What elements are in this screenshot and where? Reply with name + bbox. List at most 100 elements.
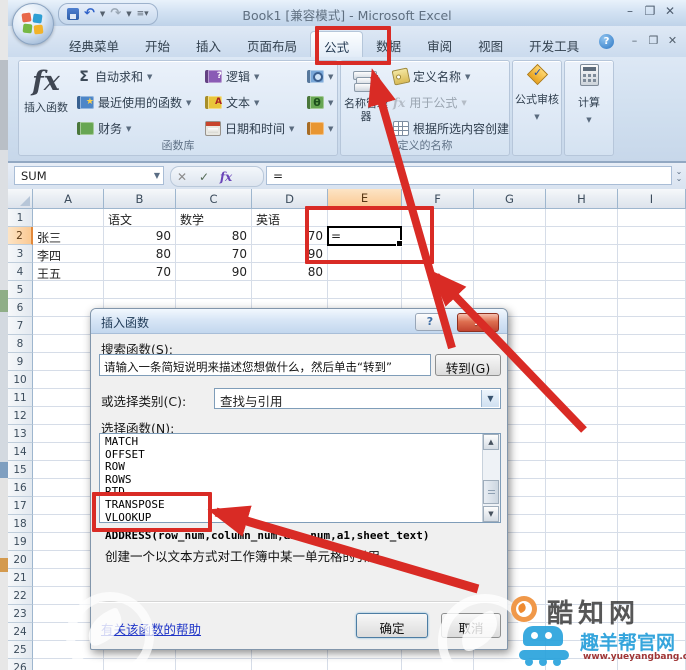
autosum-button[interactable]: Σ 自动求和 ▼ — [77, 67, 191, 86]
cell-H19[interactable] — [546, 533, 618, 551]
cell-H20[interactable] — [546, 551, 618, 569]
cell-I15[interactable] — [618, 461, 686, 479]
cell-B3[interactable]: 80 — [104, 245, 176, 263]
cell-I23[interactable] — [618, 605, 686, 623]
cell-H7[interactable] — [546, 317, 618, 335]
row-header-21[interactable]: 21 — [8, 569, 33, 587]
cell-H23[interactable] — [546, 605, 618, 623]
row-header-23[interactable]: 23 — [8, 605, 33, 623]
row-header-16[interactable]: 16 — [8, 479, 33, 497]
cell-B2[interactable]: 90 — [104, 227, 176, 245]
column-header-I[interactable]: I — [618, 189, 686, 209]
cell-G3[interactable] — [474, 245, 546, 263]
name-manager-button[interactable]: 名称管理器 — [343, 65, 389, 137]
cell-H22[interactable] — [546, 587, 618, 605]
create-from-selection-button[interactable]: 根据所选内容创建 — [393, 119, 509, 138]
row-header-15[interactable]: 15 — [8, 461, 33, 479]
restore-button[interactable]: ❐ — [640, 4, 660, 18]
workbook-minimize-button[interactable]: – — [625, 34, 644, 47]
recent-functions-button[interactable]: ★ 最近使用的函数 ▼ — [77, 93, 191, 112]
row-header-11[interactable]: 11 — [8, 389, 33, 407]
row-header-8[interactable]: 8 — [8, 335, 33, 353]
cell-F26[interactable] — [402, 659, 474, 670]
cell-H14[interactable] — [546, 443, 618, 461]
lookup-reference-button[interactable]: ▼ — [307, 67, 333, 86]
dialog-close-icon[interactable]: x — [457, 313, 499, 332]
row-header-4[interactable]: 4 — [8, 263, 33, 281]
group-formula-auditing[interactable]: 公式审核 ▼ — [512, 60, 562, 156]
scroll-up-icon[interactable]: ▲ — [483, 434, 499, 450]
ok-button[interactable]: 确定 — [356, 613, 428, 638]
row-header-18[interactable]: 18 — [8, 515, 33, 533]
category-dropdown[interactable]: 查找与引用 ▼ — [214, 388, 501, 409]
cell-H2[interactable] — [546, 227, 618, 245]
workbook-restore-button[interactable]: ❐ — [644, 34, 663, 47]
cell-F5[interactable] — [402, 281, 474, 299]
row-header-12[interactable]: 12 — [8, 407, 33, 425]
cell-I18[interactable] — [618, 515, 686, 533]
row-header-10[interactable]: 10 — [8, 371, 33, 389]
cell-H11[interactable] — [546, 389, 618, 407]
cell-G2[interactable] — [474, 227, 546, 245]
function-list-item-offset[interactable]: OFFSET — [100, 448, 500, 462]
search-function-input[interactable]: 请输入一条简短说明来描述您想做什么，然后单击“转到” — [99, 354, 431, 376]
cell-I7[interactable] — [618, 317, 686, 335]
cell-A3[interactable]: 李四 — [33, 245, 104, 263]
cell-H4[interactable] — [546, 263, 618, 281]
redo-dropdown-icon[interactable]: ▼ — [126, 10, 131, 18]
cell-H12[interactable] — [546, 407, 618, 425]
financial-button[interactable]: 财务 ▼ — [77, 119, 191, 138]
close-button[interactable]: ✕ — [660, 4, 680, 18]
column-header-G[interactable]: G — [474, 189, 546, 209]
cell-I22[interactable] — [618, 587, 686, 605]
cell-F4[interactable] — [402, 263, 474, 281]
row-header-13[interactable]: 13 — [8, 425, 33, 443]
row-header-5[interactable]: 5 — [8, 281, 33, 299]
cell-E5[interactable] — [328, 281, 402, 299]
cell-H26[interactable] — [546, 659, 618, 670]
cell-E26[interactable] — [328, 659, 402, 670]
row-header-2[interactable]: 2 — [8, 227, 33, 245]
cell-I6[interactable] — [618, 299, 686, 317]
enter-entry-icon[interactable]: ✓ — [193, 170, 215, 184]
office-button[interactable] — [12, 3, 54, 45]
cell-I17[interactable] — [618, 497, 686, 515]
cell-I20[interactable] — [618, 551, 686, 569]
cell-D4[interactable]: 80 — [252, 263, 328, 281]
cell-I13[interactable] — [618, 425, 686, 443]
text-button[interactable]: A 文本 ▼ — [205, 93, 294, 112]
cell-I2[interactable] — [618, 227, 686, 245]
cell-B1[interactable]: 语文 — [104, 209, 176, 227]
cell-I3[interactable] — [618, 245, 686, 263]
cell-B5[interactable] — [104, 281, 176, 299]
cell-I9[interactable] — [618, 353, 686, 371]
cell-E4[interactable] — [328, 263, 402, 281]
row-header-25[interactable]: 25 — [8, 641, 33, 659]
cell-I10[interactable] — [618, 371, 686, 389]
cell-I1[interactable] — [618, 209, 686, 227]
column-header-C[interactable]: C — [176, 189, 252, 209]
cell-H1[interactable] — [546, 209, 618, 227]
tab-developer[interactable]: 开发工具 — [516, 31, 592, 57]
cell-I21[interactable] — [618, 569, 686, 587]
dialog-help-icon[interactable]: ? — [415, 313, 445, 331]
cell-I19[interactable] — [618, 533, 686, 551]
cell-I4[interactable] — [618, 263, 686, 281]
cell-H15[interactable] — [546, 461, 618, 479]
cell-H21[interactable] — [546, 569, 618, 587]
cell-A5[interactable] — [33, 281, 104, 299]
row-header-14[interactable]: 14 — [8, 443, 33, 461]
tab-view[interactable]: 视图 — [465, 31, 516, 57]
cell-A26[interactable] — [33, 659, 104, 670]
cell-G4[interactable] — [474, 263, 546, 281]
cell-H3[interactable] — [546, 245, 618, 263]
cell-H6[interactable] — [546, 299, 618, 317]
row-header-17[interactable]: 17 — [8, 497, 33, 515]
cell-B4[interactable]: 70 — [104, 263, 176, 281]
cell-B26[interactable] — [104, 659, 176, 670]
cell-A4[interactable]: 王五 — [33, 263, 104, 281]
scroll-down-icon[interactable]: ▼ — [483, 506, 499, 522]
row-header-3[interactable]: 3 — [8, 245, 33, 263]
date-time-button[interactable]: 日期和时间 ▼ — [205, 119, 294, 138]
cell-A2[interactable]: 张三 — [33, 227, 104, 245]
